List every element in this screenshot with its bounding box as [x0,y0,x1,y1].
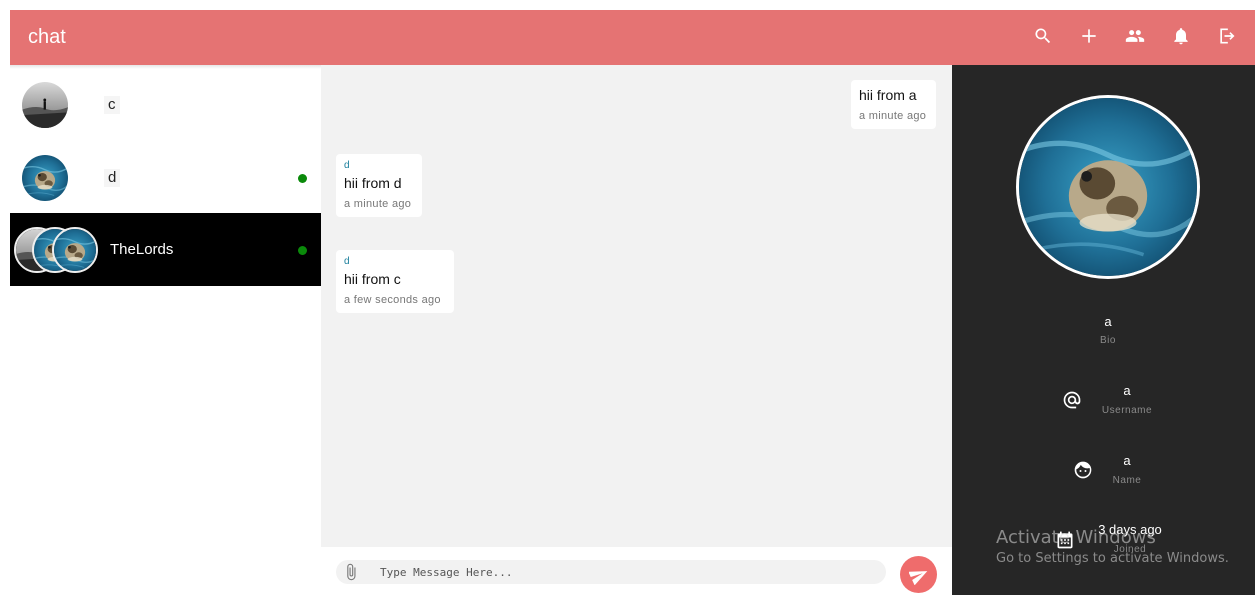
message-input[interactable] [380,563,860,581]
group-icon[interactable] [1123,24,1147,48]
profile-panel: a Bio a Username a Name 3 days ago Joine… [952,65,1255,595]
send-icon [908,570,927,585]
bell-icon[interactable] [1169,24,1193,48]
message-text: hii from d [344,175,402,191]
chat-name: d [104,169,121,187]
face-icon [1073,460,1093,480]
chat-name: c [104,96,120,114]
joined-value: 3 days ago [1098,522,1162,537]
paperclip-icon[interactable] [342,563,360,581]
app-title: chat [28,26,66,48]
message-area[interactable]: hii from a a minute ago d hii from d a m… [321,65,952,547]
logout-icon[interactable] [1215,24,1239,48]
username-label: Username [1101,405,1153,416]
bio-value: a [1104,314,1112,329]
chat-list: c d TheLords [10,65,321,595]
man-on-cliff-image [22,82,68,128]
message-bubble: d hii from c a few seconds ago [336,250,454,313]
message-time: a minute ago [344,198,412,210]
bio-label: Bio [1100,335,1116,346]
online-indicator [298,174,307,183]
avatar [22,155,68,201]
group-avatars-image [14,227,100,273]
message-sender: d [344,160,350,171]
message-time: a few seconds ago [344,294,441,306]
name-label: Name [1112,475,1142,486]
at-sign-icon [1062,390,1082,410]
message-sender: d [344,256,350,267]
message-text: hii from c [344,271,401,287]
add-icon[interactable] [1077,24,1101,48]
calendar-icon [1055,530,1075,550]
search-icon[interactable] [1031,24,1055,48]
message-bubble: d hii from d a minute ago [336,154,422,217]
message-composer [321,547,952,595]
message-field[interactable] [336,560,886,584]
app-bar-actions [1031,24,1239,48]
joined-label: Joined [1113,544,1147,555]
chat-item-d[interactable]: d [10,141,321,214]
name-value: a [1123,453,1131,468]
message-text: hii from a [859,87,917,103]
sea-turtle-image [22,155,68,201]
online-indicator [298,246,307,255]
message-time: a minute ago [859,110,927,122]
message-bubble-own: hii from a a minute ago [851,80,936,129]
sea-turtle-image [1019,98,1197,276]
chat-item-c[interactable]: c [10,68,321,141]
chat-name: TheLords [110,241,174,258]
profile-avatar [1016,95,1200,279]
app-bar: chat [10,10,1255,65]
send-button[interactable] [900,556,937,593]
avatar [22,82,68,128]
username-value: a [1123,383,1131,398]
chat-item-thelords[interactable]: TheLords [10,213,321,286]
